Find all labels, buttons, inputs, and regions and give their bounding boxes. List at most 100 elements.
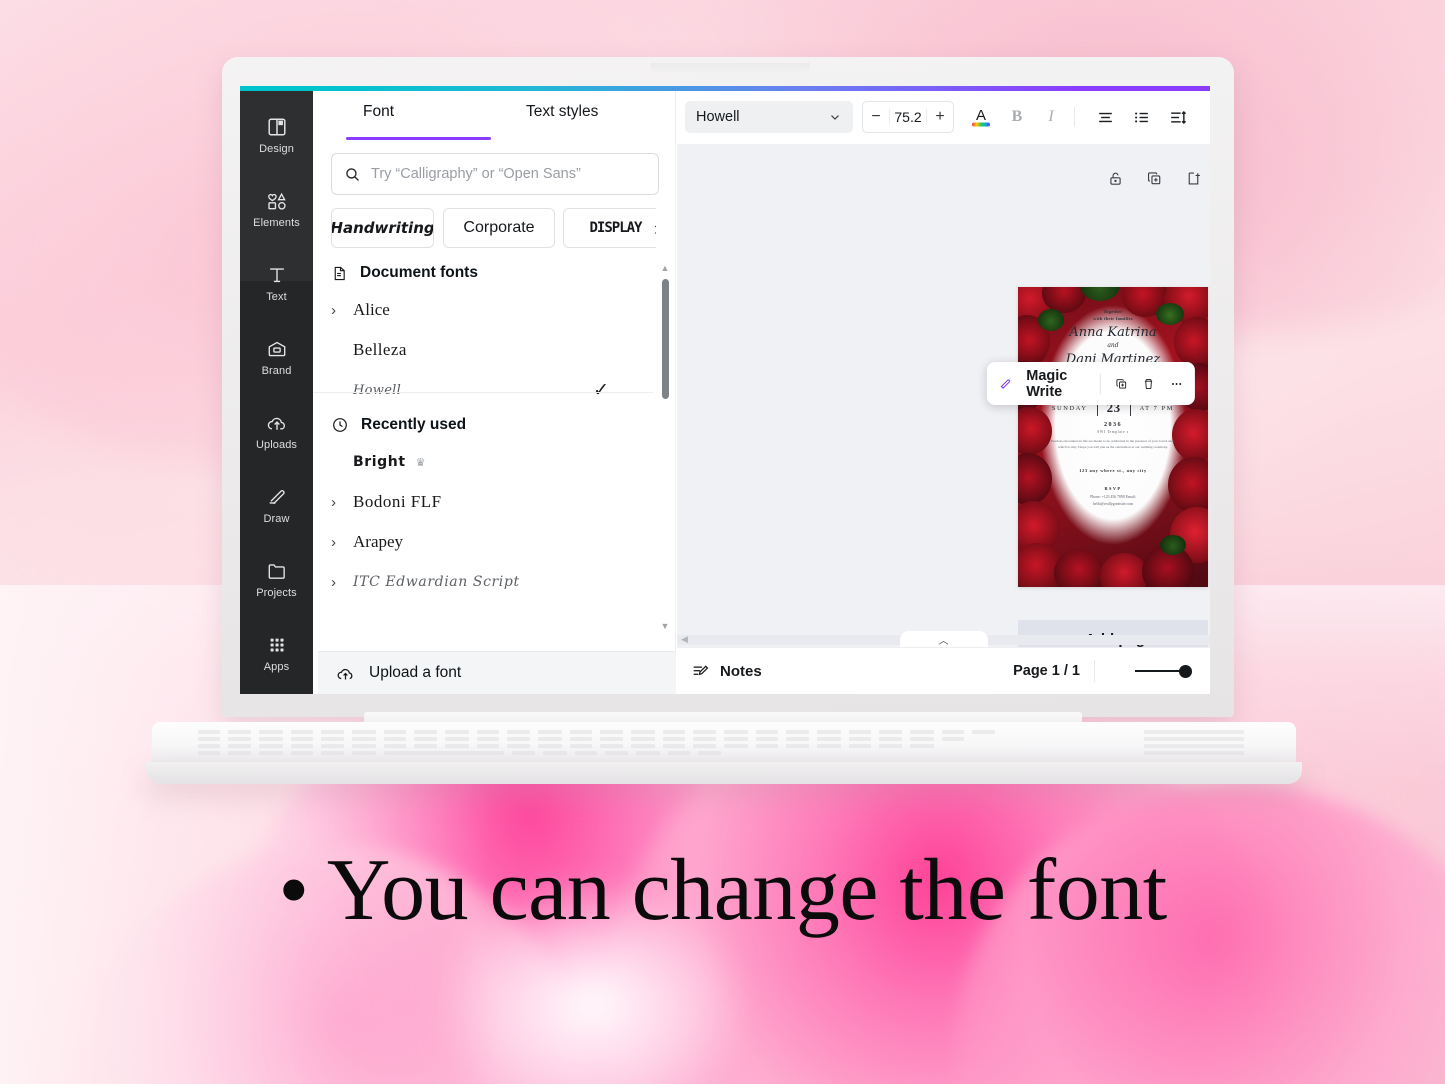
font-size-decrease-button[interactable]: − [863,108,889,126]
font-panel: Font Text styles Try “Calligraphy” or “O… [313,91,676,694]
card-body-text: Fearless encounters in life are meant to… [1042,438,1184,450]
font-item-howell[interactable]: Howell ✓ [313,370,653,410]
list-button[interactable] [1125,101,1157,133]
scroll-up-icon[interactable]: ▲ [660,263,670,273]
sidebar-item-label: Apps [264,661,289,673]
status-bar: Notes Page 1 / 1 [677,647,1210,694]
sidebar-item-apps[interactable]: Apps [240,617,313,689]
card-name-1[interactable]: Anna Katrina [1042,326,1184,341]
sidebar-item-label: Text [266,291,287,303]
zoom-knob[interactable] [1179,665,1192,678]
more-options-icon[interactable] [1170,375,1183,393]
font-family-value: Howell [696,109,740,125]
card-time: AT 7 PM [1140,405,1175,412]
tab-active-underline [346,137,491,140]
bold-button[interactable]: B [1001,101,1033,133]
canva-editor-screen: Design Elements Text Brand [240,86,1210,694]
font-name: Belleza [353,340,407,360]
font-list: Document fonts › Alice Belleza Howell ✓ [313,256,676,639]
upload-cloud-icon [336,664,355,683]
projects-icon [266,560,288,582]
tab-text-styles[interactable]: Text styles [526,103,598,121]
lock-icon[interactable] [1107,170,1124,187]
panel-scrollbar[interactable]: ▲ ▼ [659,263,671,631]
magic-write-label[interactable]: Magic Write [1026,368,1086,400]
align-icon [1096,108,1115,127]
sidebar-item-label: Projects [256,587,297,599]
alignment-button[interactable] [1089,101,1121,133]
font-item-alice[interactable]: › Alice [313,290,653,330]
line-spacing-icon [1168,108,1187,127]
chevron-right-icon[interactable]: › [331,302,353,319]
chevron-right-icon[interactable]: › [331,534,353,551]
design-icon [266,116,288,138]
upload-label: Upload a font [369,664,461,682]
sidebar-item-label: Design [259,143,294,155]
chip-corporate[interactable]: Corporate [443,208,555,248]
collapse-panel-button[interactable]: ︿ [900,631,988,647]
text-icon [266,264,288,286]
sidebar-item-draw[interactable]: Draw [240,469,313,541]
chevron-right-icon[interactable]: › [331,494,353,511]
zoom-track[interactable] [1135,670,1181,672]
design-page-canvas[interactable]: Together with their families Anna Katrin… [1018,287,1208,587]
text-color-button[interactable]: A [965,101,997,133]
card-day-of-week: SUNDAY [1052,405,1088,412]
laptop-trackpad [1140,728,1260,758]
panel-tabs: Font Text styles [313,91,676,139]
italic-icon: I [1048,108,1053,126]
italic-button[interactable]: I [1035,101,1067,133]
chips-next-icon[interactable]: › [654,219,656,241]
chevron-right-icon[interactable]: › [331,574,353,591]
clock-icon [331,416,349,434]
laptop-notch [650,63,810,72]
font-item-arapey[interactable]: › Arapey [313,522,653,562]
font-size-increase-button[interactable]: + [927,108,953,126]
text-color-icon: A [968,104,994,130]
font-item-itc-edwardian-script[interactable]: › ITC Edwardian Script [313,562,653,602]
status-divider [1094,660,1095,682]
font-item-belleza[interactable]: Belleza [313,330,653,370]
upload-a-font-button[interactable]: Upload a font [318,651,676,694]
sidebar-item-brand[interactable]: Brand [240,321,313,393]
trash-icon[interactable] [1142,375,1155,393]
scroll-down-icon[interactable]: ▼ [660,621,670,631]
duplicate-icon[interactable] [1115,375,1128,393]
font-name: Alice [353,300,390,320]
selected-check-icon: ✓ [593,379,609,402]
font-size-stepper[interactable]: − 75.2 + [862,101,954,133]
position-icon[interactable] [1185,170,1202,187]
font-size-value[interactable]: 75.2 [889,109,927,125]
font-item-bodoni-flf[interactable]: › Bodoni FLF [313,482,653,522]
canvas-area[interactable]: Together with their families Anna Katrin… [677,144,1210,694]
chip-handwriting[interactable]: Handwriting [331,208,434,248]
zoom-slider[interactable] [1135,665,1192,678]
search-input[interactable]: Try “Calligraphy” or “Open Sans” [331,153,659,195]
spacing-button[interactable] [1161,101,1193,133]
uploads-icon [266,412,288,434]
duplicate-icon[interactable] [1146,170,1163,187]
sidebar-item-uploads[interactable]: Uploads [240,395,313,467]
sidebar-item-label: Uploads [256,439,297,451]
card-rsvp: RSVP [1042,486,1184,491]
font-item-bright[interactable]: Bright ♛ [313,442,653,482]
page-indicator: Page 1 / 1 [1013,663,1080,679]
scroll-left-icon[interactable]: ◀ [681,634,688,645]
font-name: Arapey [353,532,403,552]
card-contact: Phone: +123 456 7890 Email: hello@really… [1042,494,1184,507]
apps-icon [266,634,288,656]
font-category-chips: Handwriting Corporate DISPLAY › [331,208,656,248]
sidebar-item-projects[interactable]: Projects [240,543,313,615]
toolbar-divider [1100,374,1101,394]
chip-display[interactable]: DISPLAY [563,208,656,248]
scrollbar-thumb[interactable] [662,279,669,399]
sidebar-item-text[interactable]: Text [240,247,313,319]
sidebar-item-label: Elements [253,217,300,229]
font-family-select[interactable]: Howell [685,101,853,133]
floating-object-toolbar: Magic Write [987,362,1195,405]
sidebar-item-design[interactable]: Design [240,99,313,171]
tab-font[interactable]: Font [363,103,394,121]
sidebar-item-elements[interactable]: Elements [240,173,313,245]
notes-button[interactable]: Notes [691,662,762,681]
object-tools [1107,170,1202,187]
